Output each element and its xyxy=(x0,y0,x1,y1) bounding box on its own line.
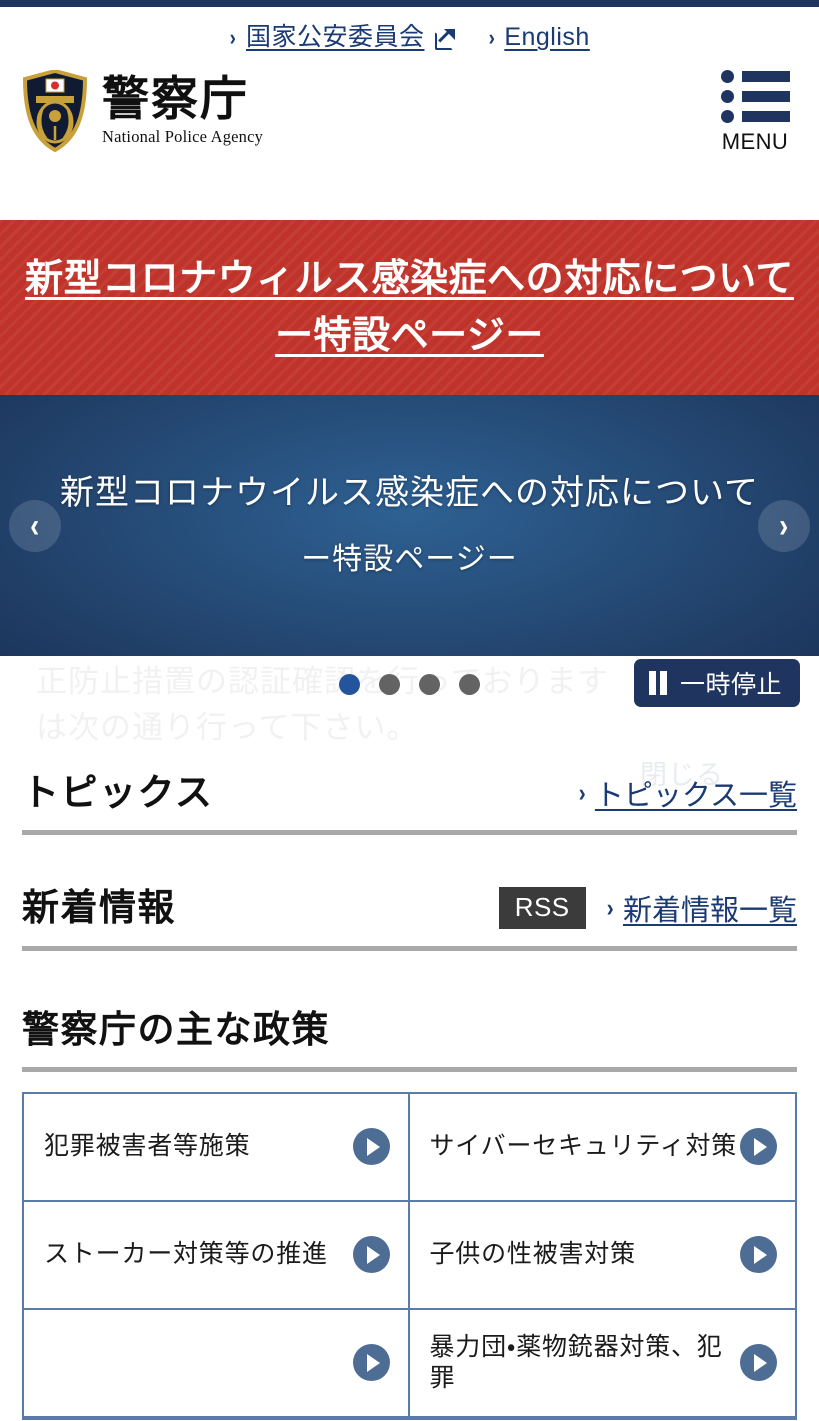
topics-header-actions: › トピックス一覧 xyxy=(578,772,797,814)
pause-icon xyxy=(649,671,667,695)
policy-card[interactable]: サイバーセキュリティ対策 xyxy=(410,1094,796,1202)
policy-card[interactable]: 子供の性被害対策 xyxy=(410,1202,796,1310)
utility-links-row: › 国家公安委員会 › English xyxy=(0,7,819,62)
carousel-controls: 正防止措置の認証確認を行っております は次の通り行って下さい。 閉じる 一時停止 xyxy=(0,656,819,760)
policy-card-label: 犯罪被害者等施策 xyxy=(44,1131,250,1162)
policies-header: 警察庁の主な政策 xyxy=(22,997,797,1053)
carousel-prev-button[interactable]: ‹ xyxy=(9,500,61,552)
utility-link-label: 国家公安委員会 xyxy=(246,25,425,50)
policy-card-label: 子供の性被害対策 xyxy=(430,1239,636,1270)
chevron-right-icon: › xyxy=(606,894,613,923)
news-list-link-label: 新着情報一覧 xyxy=(623,887,797,929)
carousel-pause-button[interactable]: 一時停止 xyxy=(634,659,800,707)
play-arrow-icon xyxy=(353,1344,390,1381)
hero-title-line1: 新型コロナウイルス感染症への対応について xyxy=(60,475,759,512)
policy-card-label: ストーカー対策等の推進 xyxy=(44,1239,328,1270)
utility-link-english[interactable]: › English xyxy=(488,25,590,50)
carousel-next-button[interactable]: › xyxy=(758,500,810,552)
policy-card[interactable]: 暴力団・薬物銃器対策、犯罪 xyxy=(410,1310,796,1418)
carousel-dot-3[interactable] xyxy=(419,674,440,695)
external-link-icon xyxy=(435,28,454,47)
topics-list-link-label: トピックス一覧 xyxy=(595,772,797,814)
chevron-left-icon: ‹ xyxy=(30,509,39,543)
news-list-link[interactable]: › 新着情報一覧 xyxy=(606,887,797,929)
play-arrow-icon xyxy=(740,1344,777,1381)
rss-button[interactable]: RSS xyxy=(499,887,586,929)
topics-list-link[interactable]: › トピックス一覧 xyxy=(578,772,797,814)
play-arrow-icon xyxy=(353,1236,390,1273)
menu-button-label: MENU xyxy=(722,131,788,153)
policy-card[interactable] xyxy=(24,1310,410,1418)
covid-banner[interactable]: 新型コロナウィルス感染症への対応について ー特設ページー xyxy=(0,220,819,395)
utility-link-label: English xyxy=(504,25,590,50)
policies-divider xyxy=(22,1067,797,1072)
carousel-dot-1[interactable] xyxy=(339,674,360,695)
carousel-pause-label: 一時停止 xyxy=(680,665,782,701)
menu-button[interactable]: MENU xyxy=(713,70,797,153)
site-header: 警察庁 National Police Agency MENU xyxy=(0,62,819,220)
site-logo-link[interactable]: 警察庁 National Police Agency xyxy=(22,70,263,152)
policy-card-label: 暴力団・薬物銃器対策、犯罪 xyxy=(430,1332,741,1395)
covid-banner-line2: ー特設ページー xyxy=(275,315,544,357)
brand-text: 警察庁 National Police Agency xyxy=(102,75,263,147)
hero-title-line2: ー特設ページー xyxy=(301,543,517,576)
chevron-right-icon: › xyxy=(578,779,585,808)
carousel-dot-4[interactable] xyxy=(459,674,480,695)
top-accent-bar xyxy=(0,0,819,7)
ghost-slide-text-line2: は次の通り行って下さい。 xyxy=(36,706,418,751)
covid-banner-line1: 新型コロナウィルス感染症への対応について xyxy=(25,258,794,300)
news-section: 新着情報 RSS › 新着情報一覧 xyxy=(0,835,819,950)
chevron-right-icon: › xyxy=(779,509,788,543)
topics-header: トピックス › トピックス一覧 xyxy=(22,760,797,816)
hero-slide[interactable]: 新型コロナウイルス感染症への対応について ー特設ページー xyxy=(0,395,819,656)
brand-name-jp: 警察庁 xyxy=(102,75,263,124)
carousel-dot-2[interactable] xyxy=(379,674,400,695)
play-arrow-icon xyxy=(353,1128,390,1165)
policies-section: 警察庁の主な政策 xyxy=(0,951,819,1072)
topics-title: トピックス xyxy=(22,770,213,816)
play-arrow-icon xyxy=(740,1236,777,1273)
policy-card-label: サイバーセキュリティ対策 xyxy=(430,1131,738,1162)
policies-title: 警察庁の主な政策 xyxy=(22,1007,330,1053)
play-arrow-icon xyxy=(740,1128,777,1165)
policy-card-grid: 犯罪被害者等施策 サイバーセキュリティ対策 ストーカー対策等の推進 子供の性被害… xyxy=(22,1092,797,1420)
brand-name-en: National Police Agency xyxy=(102,127,263,147)
covid-banner-link[interactable]: 新型コロナウィルス感染症への対応について ー特設ページー xyxy=(25,251,794,365)
utility-link-national-public-safety-commission[interactable]: › 国家公安委員会 xyxy=(229,25,453,50)
news-title: 新着情報 xyxy=(22,885,176,931)
chevron-right-icon: › xyxy=(488,27,495,49)
topics-section: トピックス › トピックス一覧 xyxy=(0,760,819,835)
chevron-right-icon: › xyxy=(230,27,237,49)
news-header-actions: RSS › 新着情報一覧 xyxy=(499,887,797,929)
policy-card[interactable]: ストーカー対策等の推進 xyxy=(24,1202,410,1310)
hero-carousel: 新型コロナウイルス感染症への対応について ー特設ページー ‹ › xyxy=(0,395,819,656)
news-header: 新着情報 RSS › 新着情報一覧 xyxy=(22,875,797,931)
hamburger-list-icon xyxy=(721,70,790,123)
npa-crest-icon xyxy=(22,70,88,152)
policy-card[interactable]: 犯罪被害者等施策 xyxy=(24,1094,410,1202)
